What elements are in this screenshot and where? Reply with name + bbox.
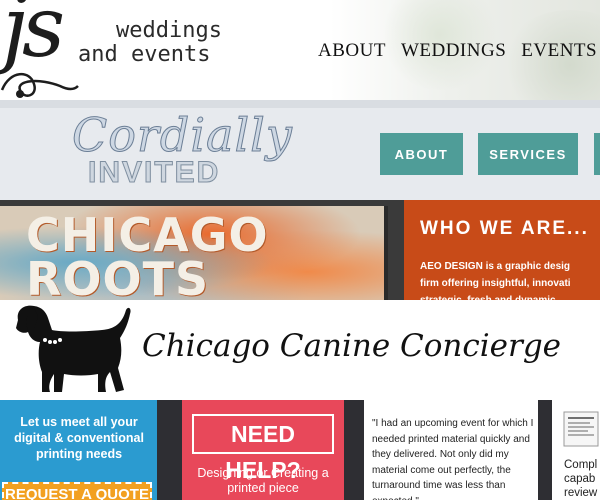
testimonial-text: "I had an upcoming event for which I nee… [372,418,534,500]
nav-events[interactable]: EVENTS [521,40,597,62]
nav-about[interactable]: ABOUT [318,40,386,62]
card-text: Let us meet all your digital & conventio… [14,415,144,461]
hero-image: CHICAGO ROOTS [0,206,388,300]
divider [0,100,600,108]
brand-name-line1: weddings [116,18,222,43]
js-weddings-header: js weddings and events ABOUT WEDDINGS EV… [0,0,600,100]
testimonial-card: "I had an upcoming event for which I nee… [364,400,538,500]
card-text: Compl capab review [564,459,598,499]
help-card: NEED HELP? Designing or Creating a print… [182,400,344,500]
review-card: Compl capab review [552,400,600,500]
logo-swirl-icon [0,73,79,98]
who-we-are-title: WHO WE ARE... [420,218,589,239]
nav-weddings[interactable]: WEDDINGS [401,40,506,62]
document-icon [563,411,599,447]
logo-script[interactable]: Cordially [72,108,293,163]
printing-card: Let us meet all your digital & conventio… [0,400,157,500]
site-title[interactable]: Chicago Canine Concierge [142,328,561,364]
services-button[interactable]: SERVICES [478,133,578,175]
about-button[interactable]: ABOUT [380,133,463,175]
body-line: AEO DESIGN is a graphic desig [420,261,571,272]
hero-title-line2: ROOTS [26,252,210,300]
who-we-are-box: WHO WE ARE... AEO DESIGN is a graphic de… [404,200,600,300]
canine-concierge-header: Chicago Canine Concierge [0,300,600,400]
logo-word[interactable]: INVITED [87,156,220,190]
request-quote-button[interactable]: REQUEST A QUOTE [2,482,152,500]
printing-cards-section: Let us meet all your digital & conventio… [0,400,600,500]
need-help-button[interactable]: NEED HELP? [192,414,334,483]
body-line: strategic, fresh and dynamic [420,292,600,300]
main-nav: ABOUT WEDDINGS EVENTS CO [318,40,600,62]
nav-button-partial[interactable] [594,133,600,175]
chicago-roots-section: CHICAGO ROOTS WHO WE ARE... AEO DESIGN i… [0,200,600,300]
body-line: firm offering insightful, innovati [420,278,571,289]
card-text: Designing or Creating a printed piece [197,466,329,495]
cordially-invited-header: Cordially INVITED ABOUT SERVICES [0,100,600,200]
brand-name-line2: and events [78,42,211,67]
dog-silhouette-icon[interactable] [12,302,134,398]
who-we-are-body: AEO DESIGN is a graphic desig firm offer… [420,258,600,300]
